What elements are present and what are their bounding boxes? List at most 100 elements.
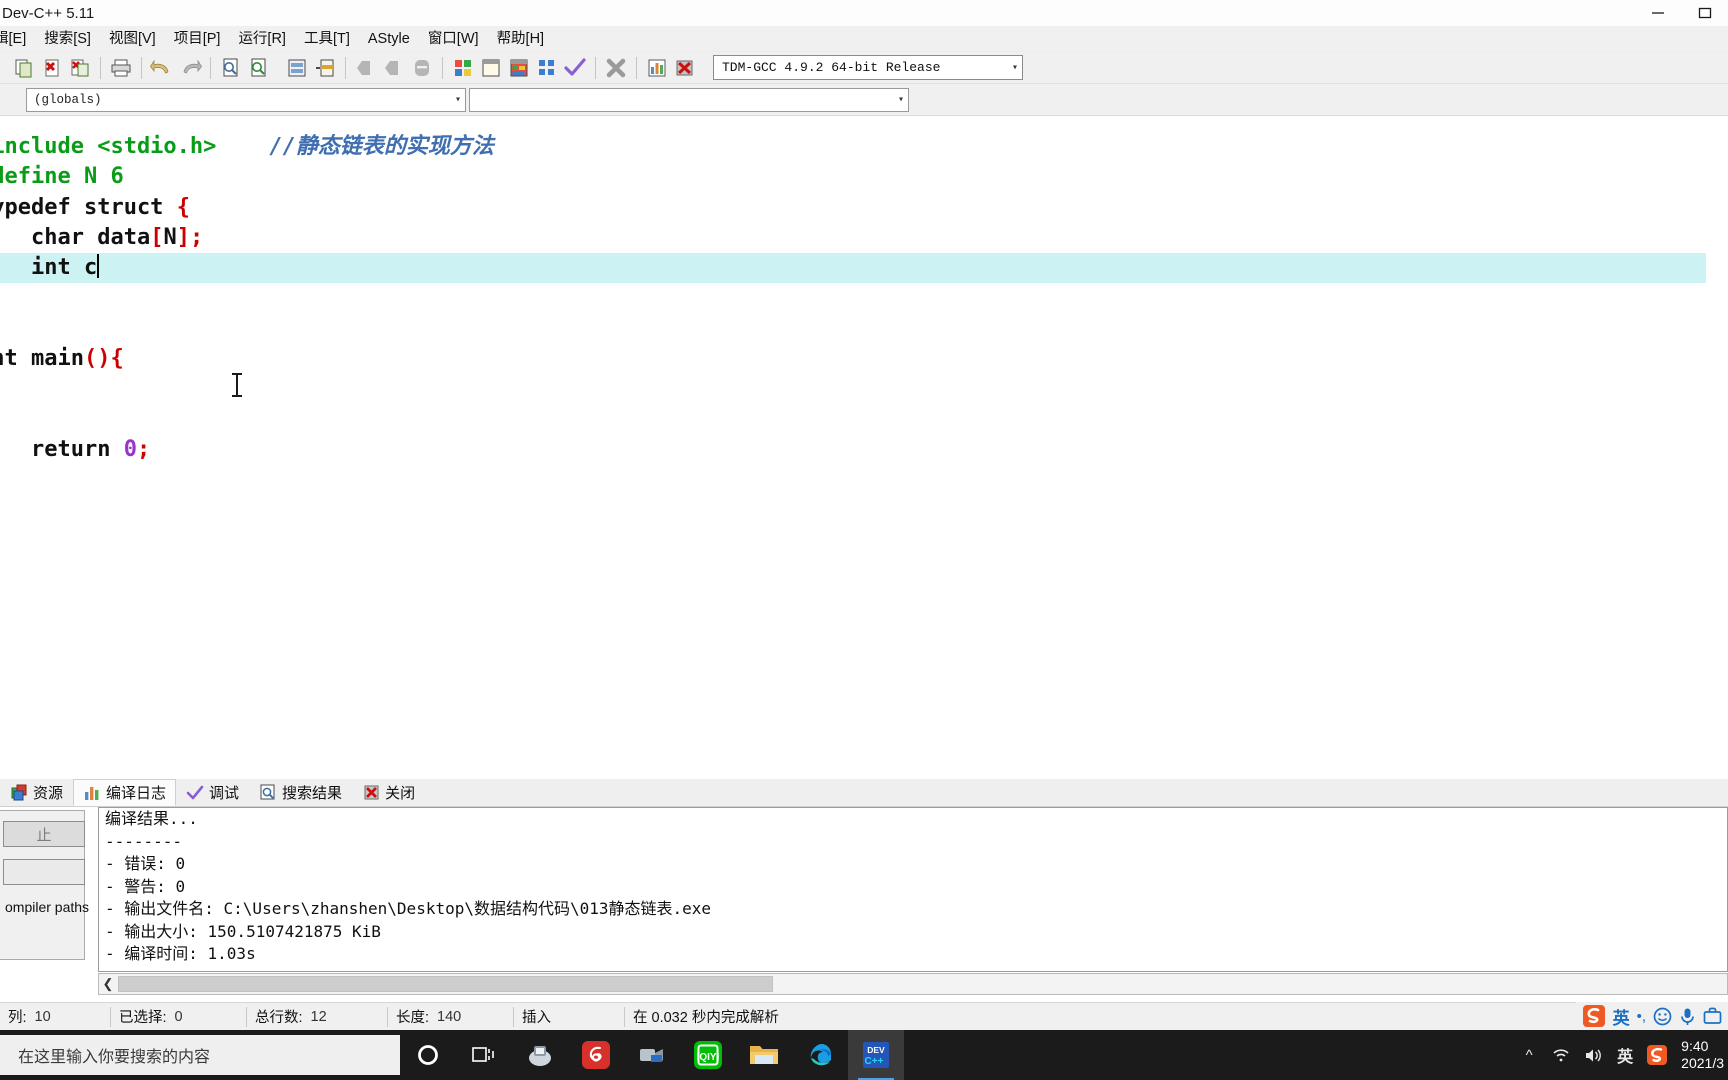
- menu-astyle[interactable]: AStyle: [359, 26, 419, 52]
- debug-check-icon: [186, 784, 204, 802]
- print-button[interactable]: [107, 54, 135, 82]
- sogou-ime-bar[interactable]: 英 •,: [1575, 1002, 1728, 1030]
- smiley-icon[interactable]: [1653, 1007, 1672, 1026]
- ime-punctuation-icon[interactable]: •,: [1637, 1008, 1646, 1025]
- code-line[interactable]: return 0;: [0, 435, 1706, 465]
- replace-button[interactable]: [245, 54, 273, 82]
- menu-view[interactable]: 视图[V]: [100, 26, 165, 52]
- rebuild-all-button[interactable]: [533, 54, 561, 82]
- windows-taskbar: 在这里输入你要搜索的内容 iQIYI DEV C++: [0, 1030, 1728, 1080]
- run-button[interactable]: [477, 54, 505, 82]
- code-line[interactable]: [0, 283, 1706, 313]
- code-line[interactable]: typedef struct {: [0, 193, 1706, 223]
- goto-line-button[interactable]: [283, 54, 311, 82]
- compile-log-output[interactable]: 编译结果... -------- - 错误: 0 - 警告: 0 - 输出文件名: C:…: [98, 807, 1728, 972]
- tab-debug[interactable]: 调试: [176, 779, 249, 806]
- stop-execution-button[interactable]: [602, 54, 630, 82]
- code-line[interactable]: char data[N];: [0, 223, 1706, 253]
- log-line: - 警告: 0: [105, 876, 186, 896]
- minimize-button[interactable]: [1634, 0, 1681, 26]
- menu-project[interactable]: 项目[P]: [165, 26, 230, 52]
- devcpp-icon[interactable]: DEV C++: [848, 1030, 904, 1080]
- syntax-check-button[interactable]: [561, 54, 589, 82]
- code-line[interactable]: int c: [0, 253, 1706, 284]
- goto-function-button[interactable]: [311, 54, 339, 82]
- taskbar-clock[interactable]: 9:40 2021/3: [1673, 1030, 1728, 1080]
- tab-compile-log[interactable]: 编译日志: [73, 779, 177, 806]
- tab-search-results[interactable]: 搜索结果: [249, 779, 352, 806]
- svg-text:C++: C++: [865, 1056, 884, 1067]
- menu-help[interactable]: 帮助[H]: [488, 26, 554, 52]
- scope-combo[interactable]: (globals) ▾: [26, 87, 466, 112]
- code-token: char data: [30, 224, 151, 250]
- code-token: ;: [189, 224, 204, 250]
- sogou-logo-icon[interactable]: [1582, 1004, 1606, 1028]
- cortana-icon[interactable]: [400, 1030, 456, 1080]
- app-icon-1[interactable]: [512, 1030, 568, 1080]
- tab-close[interactable]: 关闭: [352, 779, 425, 806]
- code-line[interactable]: [0, 405, 1706, 435]
- close-file-button[interactable]: [38, 54, 66, 82]
- speaker-icon[interactable]: [1577, 1030, 1609, 1080]
- find-button[interactable]: [217, 54, 245, 82]
- wifi-icon[interactable]: [1545, 1030, 1577, 1080]
- tab-resources[interactable]: 资源: [0, 779, 73, 806]
- debug-button[interactable]: [671, 54, 699, 82]
- file-explorer-icon[interactable]: [736, 1030, 792, 1080]
- iqiyi-icon[interactable]: iQIYI: [680, 1030, 736, 1080]
- toggle-bookmark-button[interactable]: [408, 54, 436, 82]
- bottom-panel-tabs: 资源 编译日志 调试 搜索结果 关闭: [0, 779, 1728, 807]
- dialog-button-bottom[interactable]: [3, 859, 85, 885]
- ime-mode-label[interactable]: 英: [1613, 1004, 1630, 1029]
- new-file-button[interactable]: [10, 54, 38, 82]
- profile-button[interactable]: [643, 54, 671, 82]
- tab-search-results-label: 搜索结果: [282, 785, 343, 802]
- code-lines[interactable]: #include <stdio.h> //静态链表的实现方法#define N …: [0, 132, 1706, 465]
- screen-recorder-icon[interactable]: [624, 1030, 680, 1080]
- code-line[interactable]: #include <stdio.h> //静态链表的实现方法: [0, 132, 1706, 162]
- code-editor[interactable]: #include <stdio.h> //静态链表的实现方法#define N …: [0, 117, 1728, 766]
- undo-button[interactable]: [148, 54, 176, 82]
- code-line[interactable]: };: [0, 314, 1706, 344]
- compiler-options-dialog-fragment: 止 ompiler paths: [0, 810, 89, 960]
- code-line[interactable]: int main(){: [0, 344, 1706, 374]
- netease-music-icon[interactable]: [568, 1030, 624, 1080]
- clock-date: 2021/3: [1681, 1055, 1724, 1071]
- save-all-button[interactable]: [66, 54, 94, 82]
- status-column: 列: 10: [0, 1003, 110, 1031]
- dialog-label: ompiler paths: [5, 899, 90, 915]
- compile-run-button[interactable]: [505, 54, 533, 82]
- tray-ime-mode[interactable]: 英: [1609, 1030, 1641, 1080]
- chevron-left-icon[interactable]: ❮: [99, 976, 117, 992]
- tab-debug-label: 调试: [209, 785, 240, 802]
- status-selected: 已选择: 0: [111, 1003, 246, 1031]
- dialog-button-top[interactable]: 止: [3, 821, 85, 847]
- code-token: N: [163, 224, 177, 250]
- menu-search[interactable]: 搜索[S]: [35, 26, 100, 52]
- menu-run[interactable]: 运行[R]: [229, 26, 295, 52]
- back-button[interactable]: [352, 54, 380, 82]
- compile-log-hscrollbar[interactable]: ❮: [98, 973, 1728, 995]
- menu-window[interactable]: 窗口[W]: [419, 26, 488, 52]
- code-line[interactable]: [0, 374, 1706, 404]
- taskbar-search-input[interactable]: 在这里输入你要搜索的内容: [0, 1035, 400, 1075]
- search-results-icon: [259, 784, 277, 802]
- redo-button[interactable]: [176, 54, 204, 82]
- menu-edit[interactable]: 辑[E]: [0, 26, 35, 52]
- scrollbar-thumb[interactable]: [118, 976, 773, 992]
- compile-button[interactable]: [449, 54, 477, 82]
- task-view-icon[interactable]: [456, 1030, 512, 1080]
- microphone-icon[interactable]: [1679, 1007, 1696, 1026]
- menu-tools[interactable]: 工具[T]: [295, 26, 359, 52]
- member-combo[interactable]: ▾: [469, 87, 909, 112]
- show-hidden-icons-chevron-icon[interactable]: ^: [1513, 1030, 1545, 1080]
- toolbox-icon[interactable]: [1703, 1007, 1722, 1026]
- maximize-button[interactable]: [1681, 0, 1728, 26]
- code-line[interactable]: #define N 6: [0, 162, 1706, 192]
- code-token: typedef struct: [0, 194, 164, 220]
- sogou-tray-icon[interactable]: [1641, 1030, 1673, 1080]
- compiler-select[interactable]: TDM-GCC 4.9.2 64-bit Release ▾: [713, 55, 1023, 80]
- edge-icon[interactable]: [792, 1030, 848, 1080]
- forward-button[interactable]: [380, 54, 408, 82]
- code-token: #include <stdio.h>: [0, 134, 217, 159]
